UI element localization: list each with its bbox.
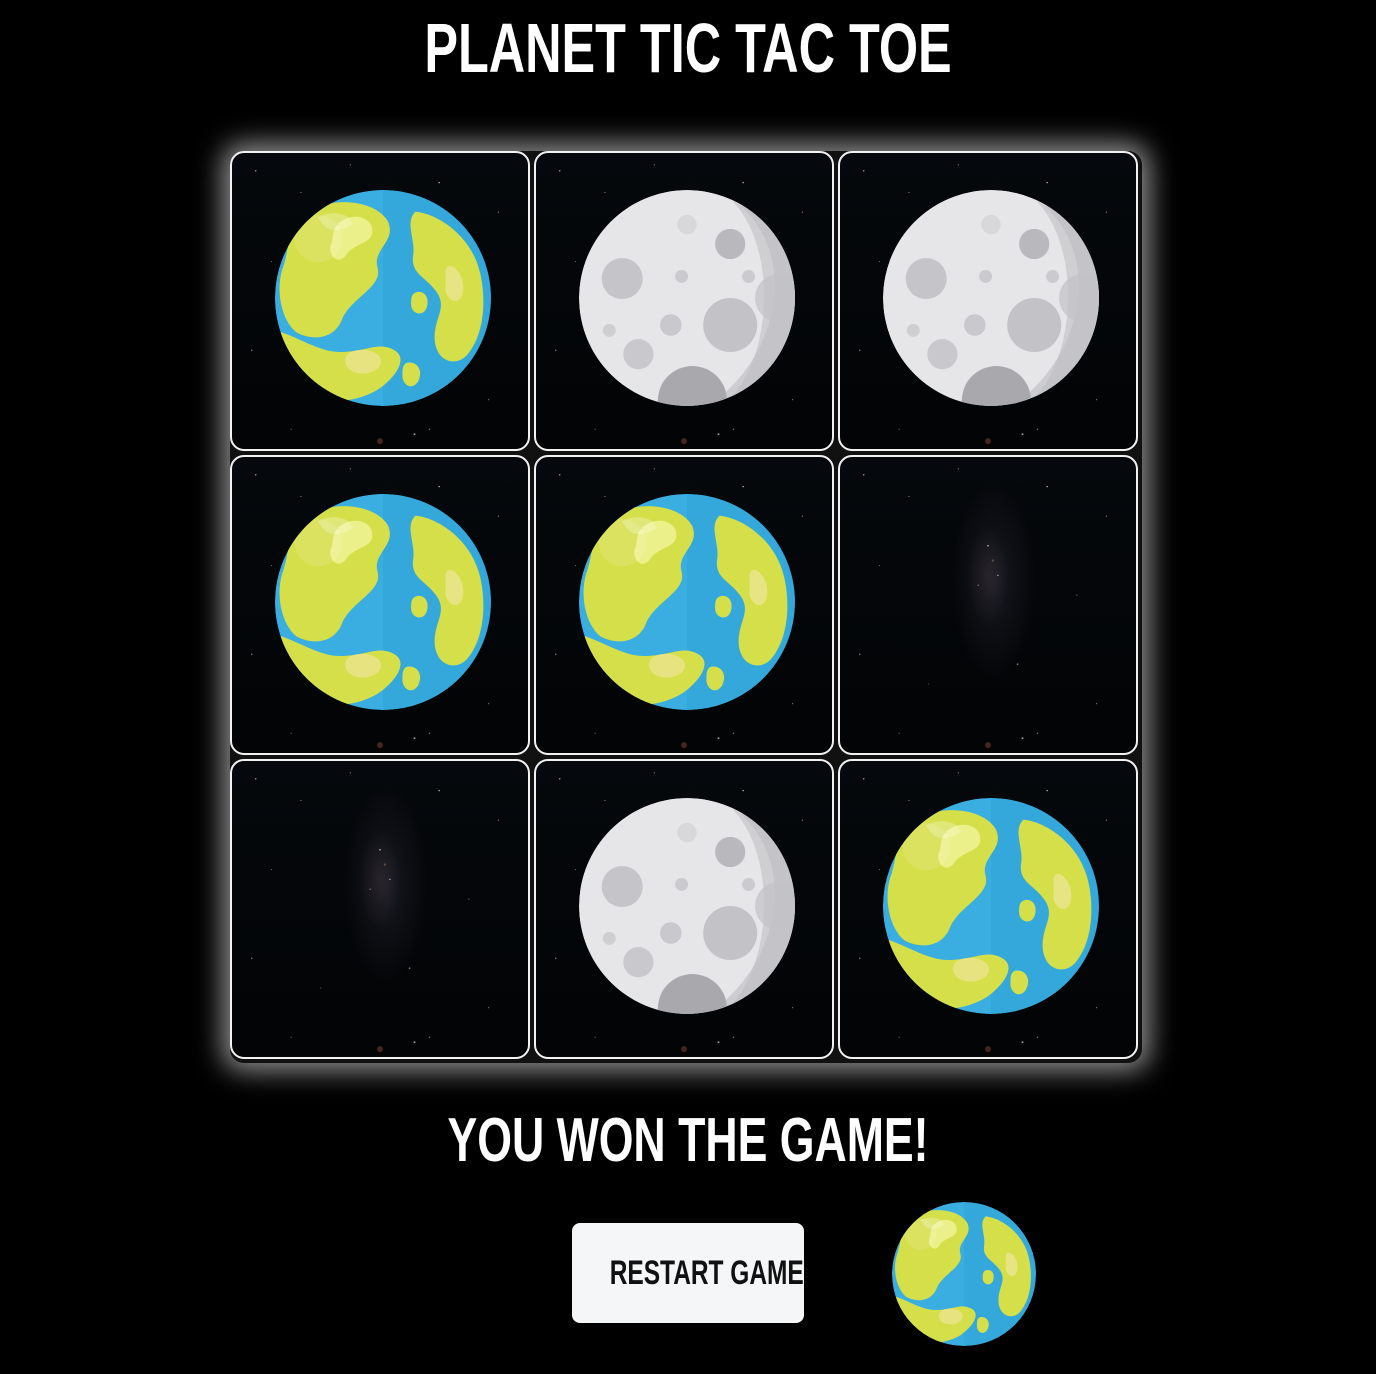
restart-game-label: RESTART GAME xyxy=(609,1253,804,1292)
game-page: PLANET TIC TAC TOE YOU WON THE GAME! RES… xyxy=(0,0,1376,1374)
game-title: PLANET TIC TAC TOE xyxy=(424,9,952,87)
moon-icon xyxy=(579,798,795,1014)
game-status-message: YOU WON THE GAME! xyxy=(447,1106,929,1175)
earth-planet-icon xyxy=(275,494,491,710)
starfield-background xyxy=(840,457,1136,753)
board-cell-2-1[interactable] xyxy=(534,759,834,1059)
moon-icon xyxy=(579,190,795,406)
board-cell-0-0[interactable] xyxy=(230,151,530,451)
board-cell-1-2[interactable] xyxy=(838,455,1138,755)
board-cell-2-0[interactable] xyxy=(230,759,530,1059)
game-board xyxy=(230,151,1142,1063)
board-cell-0-1[interactable] xyxy=(534,151,834,451)
restart-game-button[interactable]: RESTART GAME xyxy=(572,1223,804,1323)
earth-planet-icon xyxy=(579,494,795,710)
board-cell-1-0[interactable] xyxy=(230,455,530,755)
earth-planet-icon xyxy=(883,798,1099,1014)
board-cell-0-2[interactable] xyxy=(838,151,1138,451)
earth-planet-icon xyxy=(275,190,491,406)
moon-icon xyxy=(883,190,1099,406)
winner-earth-icon xyxy=(892,1202,1036,1346)
starfield-background xyxy=(232,761,528,1057)
board-cell-1-1[interactable] xyxy=(534,455,834,755)
earth-planet-icon xyxy=(892,1202,1036,1346)
board-cell-2-2[interactable] xyxy=(838,759,1138,1059)
